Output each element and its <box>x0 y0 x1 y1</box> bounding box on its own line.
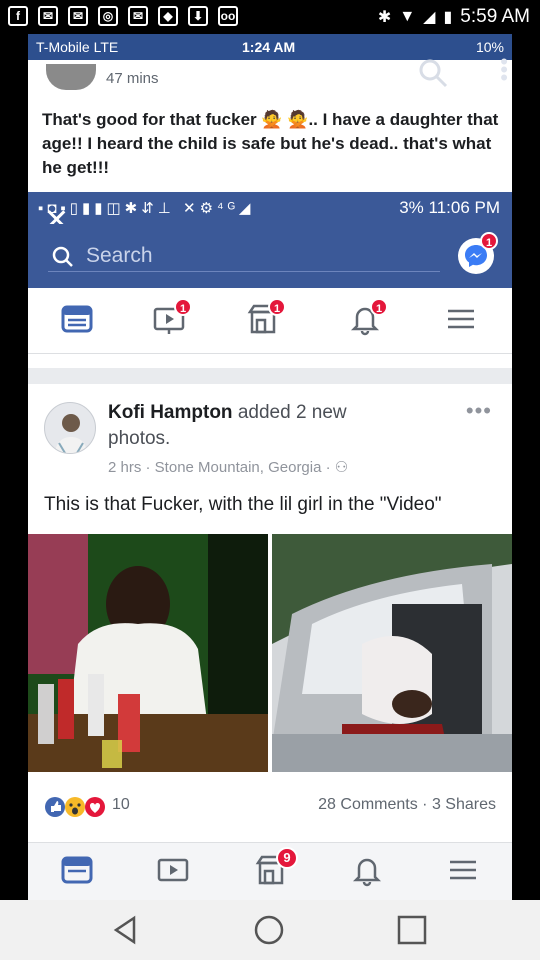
download-notification-icon: ⬇ <box>188 6 208 26</box>
post-time: 47 mins <box>106 70 159 87</box>
search-icon <box>52 246 73 267</box>
profile-photo <box>55 414 87 453</box>
bottom-nav: 9 <box>28 842 512 900</box>
search-placeholder: Search <box>86 244 153 267</box>
tab-marketplace[interactable]: 9 <box>254 847 298 893</box>
post-photo-2[interactable] <box>272 534 512 772</box>
tab-notifications[interactable]: 1 <box>348 298 392 342</box>
messenger-badge: 1 <box>480 232 498 250</box>
author-name[interactable]: Kofi Hampton <box>108 402 233 423</box>
photo-car-interior <box>272 534 512 772</box>
notification-icons: ▪◘▪▯▮▮◫✱⇵⊥ ✕⚙⁴ᴳ◢ <box>38 200 255 217</box>
home-icon[interactable] <box>253 914 285 946</box>
post-text: That's good for that fucker 🙅 🙅.. I have… <box>42 110 499 177</box>
instagram-notification-icon: ◎ <box>98 6 118 26</box>
carrier-label: T-Mobile LTE <box>36 39 119 55</box>
android-nav-bar <box>0 900 540 960</box>
video-icon <box>157 858 189 882</box>
marketplace-badge: 9 <box>276 847 298 869</box>
menu-icon <box>450 860 476 880</box>
post-photo-1[interactable] <box>28 534 268 772</box>
facebook-notification-icon: f <box>8 6 28 26</box>
inner-clock-bottom: 3% 11:06 PM <box>399 198 500 217</box>
post-options-icon[interactable]: ••• <box>466 398 492 424</box>
mail-notification-icon: ✉ <box>68 6 88 26</box>
top-nav: 1 1 1 <box>28 288 512 354</box>
post-text: This is that Fucker, with the lil girl i… <box>44 494 442 515</box>
search-icon[interactable] <box>418 58 448 88</box>
comments-shares-count[interactable]: 28 Comments · 3 Shares <box>318 796 496 814</box>
reaction-count[interactable]: 10 <box>112 796 130 814</box>
outer-status-bar: f ✉ ✉ ◎ ✉ ◆ ⬇ oo ✱ ▼ ◢ ▮ 5:59 AM <box>0 0 540 34</box>
news-feed-icon <box>61 305 93 333</box>
messenger-button[interactable]: 1 <box>458 232 498 274</box>
mail-notification-icon: ✉ <box>38 6 58 26</box>
news-feed-icon <box>61 856 93 884</box>
tab-marketplace[interactable]: 1 <box>246 298 290 342</box>
tab-news-feed[interactable] <box>60 853 100 893</box>
feed-separator <box>28 368 512 384</box>
tab-video[interactable]: 1 <box>152 298 196 342</box>
overflow-menu-icon[interactable]: • • • <box>500 51 508 89</box>
video-badge: 1 <box>174 298 192 316</box>
marketplace-badge: 1 <box>268 298 286 316</box>
voicemail-notification-icon: oo <box>218 6 238 26</box>
direction-notification-icon: ◆ <box>158 6 178 26</box>
search-input[interactable]: Search <box>48 240 440 272</box>
tab-news-feed[interactable] <box>60 302 104 342</box>
notifications-badge: 1 <box>370 298 388 316</box>
recents-icon[interactable] <box>396 914 428 946</box>
wifi-icon: ▼ <box>399 8 416 25</box>
post-headline: Kofi Hampton added 2 new photos. <box>108 400 408 452</box>
inner-status-bar-bottom: ▪◘▪▯▮▮◫✱⇵⊥ ✕⚙⁴ᴳ◢ 3% 11:06 PM <box>28 192 512 224</box>
notification-icons: f ✉ ✉ ◎ ✉ ◆ ⬇ oo <box>8 6 238 26</box>
tab-notifications[interactable] <box>350 853 390 893</box>
bell-icon <box>352 858 382 887</box>
inner-status-bar-top: T-Mobile LTE 1:24 AM 10% <box>28 34 512 60</box>
tab-video[interactable] <box>156 853 196 893</box>
tab-menu[interactable] <box>446 853 486 893</box>
signal-icon: ◢ <box>423 9 436 26</box>
inner-clock-top: 1:24 AM <box>242 39 296 55</box>
menu-icon <box>448 309 474 329</box>
friends-audience-icon: ⚇ <box>334 459 349 476</box>
photo-man-at-table <box>28 534 268 772</box>
avatar[interactable] <box>44 402 96 454</box>
avatar <box>46 64 96 90</box>
outer-clock: 5:59 AM <box>460 6 530 27</box>
post-meta: 2 hrs · Stone Mountain, Georgia · ⚇ <box>108 458 348 476</box>
battery-icon: ▮ <box>443 9 453 26</box>
screenshot-frame: T-Mobile LTE 1:24 AM 10% 47 mins That's … <box>28 34 512 900</box>
post-time-location: 2 hrs · Stone Mountain, Georgia · <box>108 459 331 476</box>
bluetooth-icon: ✱ <box>377 9 392 26</box>
back-icon[interactable] <box>110 914 142 946</box>
feed-post: Kofi Hampton added 2 new photos. 2 hrs ·… <box>28 384 512 844</box>
search-bar: Search 1 <box>28 224 512 288</box>
mail-notification-icon: ✉ <box>128 6 148 26</box>
tab-menu[interactable] <box>444 302 488 342</box>
